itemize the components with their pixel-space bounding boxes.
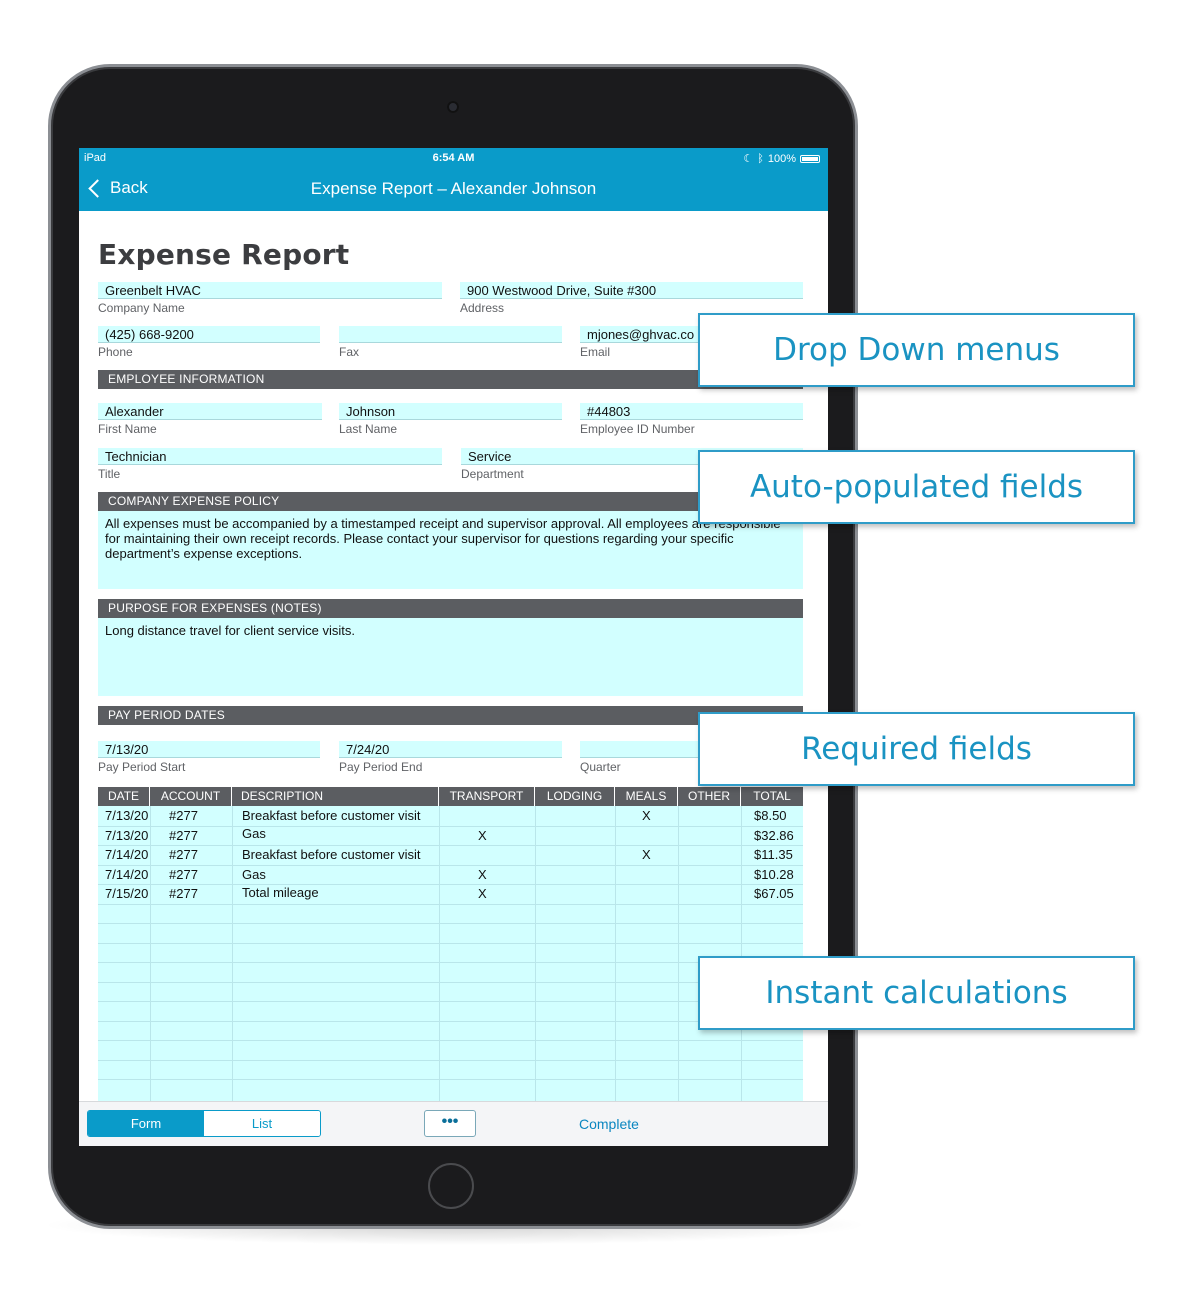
callout-auto-populated: Auto-populated fields	[698, 450, 1135, 524]
status-right: ☾ ᛒ 100%	[743, 152, 820, 165]
company-name-label: Company Name	[98, 301, 185, 315]
col-transport: TRANSPORT	[439, 787, 535, 806]
grid-line	[98, 1040, 803, 1041]
employee-id-label: Employee ID Number	[580, 422, 695, 436]
phone-field[interactable]: (425) 668-9200	[98, 326, 320, 343]
pay-period-start-label: Pay Period Start	[98, 760, 186, 774]
view-segmented-control: Form List	[87, 1110, 321, 1137]
grid-line	[535, 806, 536, 1103]
section-purpose: PURPOSE FOR EXPENSES (NOTES)	[98, 599, 803, 618]
tab-list[interactable]: List	[204, 1111, 320, 1136]
cell-total: $11.35	[754, 847, 793, 862]
grid-line	[150, 806, 151, 1103]
col-lodging: LODGING	[535, 787, 615, 806]
camera-icon	[447, 101, 459, 113]
callout-required-fields: Required fields	[698, 712, 1135, 786]
grid-line	[98, 1059, 803, 1061]
cell-total: $10.28	[754, 867, 794, 882]
cell-account: #277	[169, 867, 198, 882]
fax-label: Fax	[339, 345, 360, 359]
battery-icon	[800, 154, 820, 163]
cell-transport: X	[478, 886, 487, 901]
cell-total: $32.86	[754, 828, 794, 843]
complete-button[interactable]: Complete	[579, 1116, 639, 1132]
cell-account: #277	[169, 808, 198, 823]
cell-account: #277	[169, 828, 198, 843]
pay-period-end-field[interactable]: 7/24/20	[339, 741, 562, 758]
cell-description: Breakfast before customer visit	[242, 808, 421, 823]
address-label: Address	[460, 301, 505, 315]
cell-date: 7/14/20	[105, 847, 149, 862]
grid-line	[98, 942, 803, 944]
cell-date: 7/14/20	[105, 867, 149, 882]
status-time: 6:54 AM	[432, 152, 475, 164]
battery-percent: 100%	[767, 152, 796, 165]
cell-transport: X	[478, 828, 487, 843]
fax-field[interactable]	[339, 326, 562, 343]
first-name-field[interactable]: Alexander	[98, 403, 322, 420]
grid-line	[98, 923, 803, 924]
col-description: DESCRIPTION	[232, 787, 439, 806]
table-header: DATE ACCOUNT DESCRIPTION TRANSPORT LODGI…	[98, 787, 803, 806]
cell-account: #277	[169, 886, 198, 901]
cell-transport: X	[478, 867, 487, 882]
cell-total: $8.50	[754, 808, 787, 823]
title-label: Title	[98, 467, 121, 481]
tab-form[interactable]: Form	[88, 1111, 204, 1136]
grid-line	[439, 806, 440, 1103]
cell-total: $67.05	[754, 886, 794, 901]
cell-account: #277	[169, 847, 198, 862]
cell-date: 7/13/20	[105, 828, 149, 843]
cell-date: 7/13/20	[105, 808, 149, 823]
cell-date: 7/15/20	[105, 886, 149, 901]
company-name-field[interactable]: Greenbelt HVAC	[98, 282, 442, 299]
cell-meals: X	[642, 808, 651, 823]
table-body: 7/13/20 #277 Breakfast before customer v…	[98, 806, 803, 1103]
purpose-notes-field[interactable]: Long distance travel for client service …	[98, 618, 803, 696]
grid-line	[98, 903, 803, 905]
last-name-label: Last Name	[339, 422, 398, 436]
col-date: DATE	[98, 787, 150, 806]
employee-id-field[interactable]: #44803	[580, 403, 803, 420]
phone-label: Phone	[98, 345, 133, 359]
email-label: Email	[580, 345, 611, 359]
home-button[interactable]	[428, 1163, 474, 1209]
nav-title: Expense Report – Alexander Johnson	[310, 179, 597, 198]
bottom-toolbar: Form List ••• Complete	[79, 1101, 828, 1146]
grid-line	[615, 806, 616, 1103]
pay-period-end-label: Pay Period End	[339, 760, 423, 774]
address-field[interactable]: 900 Westwood Drive, Suite #300	[460, 282, 803, 299]
grid-line	[98, 845, 803, 846]
cell-description: Total mileage	[242, 885, 319, 900]
callout-dropdown-menus: Drop Down menus	[698, 313, 1135, 387]
bluetooth-icon: ᛒ	[757, 152, 764, 165]
department-label: Department	[461, 467, 524, 481]
more-options-button[interactable]: •••	[424, 1110, 476, 1137]
grid-line	[741, 806, 742, 1103]
col-meals: MEALS	[615, 787, 678, 806]
col-account: ACCOUNT	[150, 787, 232, 806]
grid-line	[98, 884, 803, 885]
callout-instant-calculations: Instant calculations	[698, 956, 1135, 1030]
cell-description: Breakfast before customer visit	[242, 847, 421, 862]
cell-description: Gas	[242, 867, 266, 882]
page-title: Expense Report	[98, 238, 350, 271]
quarter-label: Quarter	[580, 760, 621, 774]
col-other: OTHER	[678, 787, 741, 806]
title-field[interactable]: Technician	[98, 448, 442, 465]
grid-line	[232, 806, 233, 1103]
grid-line	[98, 1079, 803, 1080]
col-total: TOTAL	[753, 789, 791, 803]
nav-bar: Back Expense Report – Alexander Johnson	[79, 170, 828, 211]
cell-description: Gas	[242, 826, 266, 841]
cell-meals: X	[642, 847, 651, 862]
first-name-label: First Name	[98, 422, 157, 436]
grid-line	[98, 825, 803, 827]
grid-line	[98, 864, 803, 866]
status-bar: iPad 6:54 AM ☾ ᛒ 100%	[79, 148, 828, 170]
pay-period-start-field[interactable]: 7/13/20	[98, 741, 320, 758]
grid-line	[678, 806, 679, 1103]
moon-icon: ☾	[743, 153, 754, 165]
last-name-field[interactable]: Johnson	[339, 403, 562, 420]
